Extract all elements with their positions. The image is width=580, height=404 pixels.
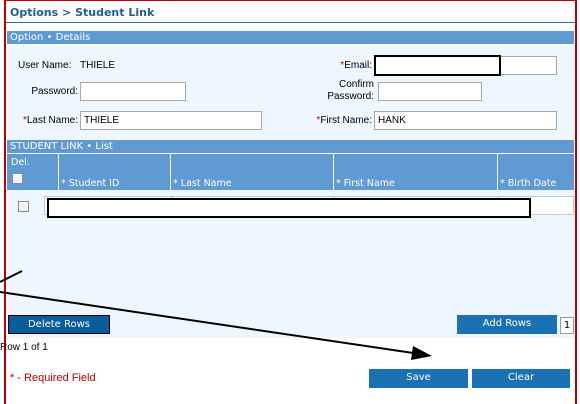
- arrow-head: [411, 346, 432, 360]
- annotation-arrow: [0, 270, 432, 360]
- arrow-line: [0, 291, 421, 355]
- arrow-stub: [0, 270, 23, 283]
- student-link-page: Options > Student Link Option • Details …: [0, 0, 580, 404]
